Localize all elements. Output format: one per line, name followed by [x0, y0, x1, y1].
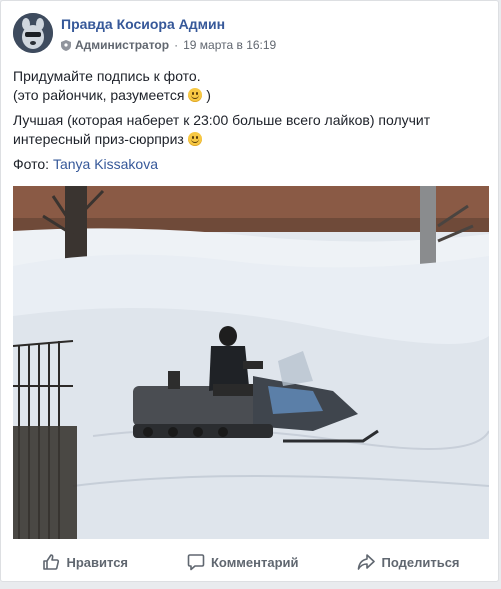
- post-card: Правда Косиора Админ Администратор · 19 …: [0, 0, 499, 582]
- credit-name-link[interactable]: Tanya Kissakova: [53, 156, 158, 172]
- post-actions: Нравится Комментарий Поделиться: [13, 546, 489, 578]
- author-name[interactable]: Правда Косиора Админ: [61, 16, 225, 32]
- meta-separator: ·: [174, 38, 179, 52]
- admin-shield-icon: [61, 39, 71, 51]
- photo-credit: Фото: Tanya Kissakova: [13, 155, 483, 174]
- post-timestamp[interactable]: 19 марта в 16:19: [183, 38, 276, 52]
- text-line-4-text: интересный приз-сюрприз: [13, 131, 184, 147]
- post-photo[interactable]: [13, 186, 489, 539]
- credit-label: Фото:: [13, 156, 50, 172]
- like-button[interactable]: Нравится: [42, 553, 128, 571]
- role-label: Администратор: [75, 38, 170, 52]
- comment-button[interactable]: Комментарий: [187, 553, 299, 571]
- thumbs-up-icon: [43, 554, 60, 570]
- post-header: Правда Косиора Админ Администратор · 19 …: [13, 13, 483, 61]
- share-arrow-icon: [358, 554, 376, 570]
- comment-label: Комментарий: [210, 554, 299, 570]
- text-line-4: интересный приз-сюрприз: [13, 130, 483, 149]
- share-label: Поделиться: [381, 554, 460, 570]
- like-label: Нравится: [66, 554, 129, 570]
- text-line-1: Придумайте подпись к фото.: [13, 68, 201, 84]
- smiley-emoji-icon: [188, 88, 203, 102]
- text-line-2: (это райончик, разумеется ): [13, 86, 483, 105]
- post-meta: Администратор · 19 марта в 16:19: [61, 38, 276, 52]
- share-button[interactable]: Поделиться: [357, 553, 460, 571]
- avatar[interactable]: [13, 13, 53, 53]
- text-line-2-end: ): [206, 87, 211, 103]
- post-text: Придумайте подпись к фото. (это райончик…: [13, 67, 483, 180]
- text-line-2-start: (это райончик, разумеется: [13, 87, 185, 103]
- post-paragraph-2: Лучшая (которая наберет к 23:00 больше в…: [13, 111, 483, 149]
- comment-bubble-icon: [187, 554, 205, 571]
- post-paragraph-1: Придумайте подпись к фото. (это райончик…: [13, 67, 483, 105]
- smiley-emoji-icon: [187, 132, 202, 146]
- text-line-3: Лучшая (которая наберет к 23:00 больше в…: [13, 112, 431, 128]
